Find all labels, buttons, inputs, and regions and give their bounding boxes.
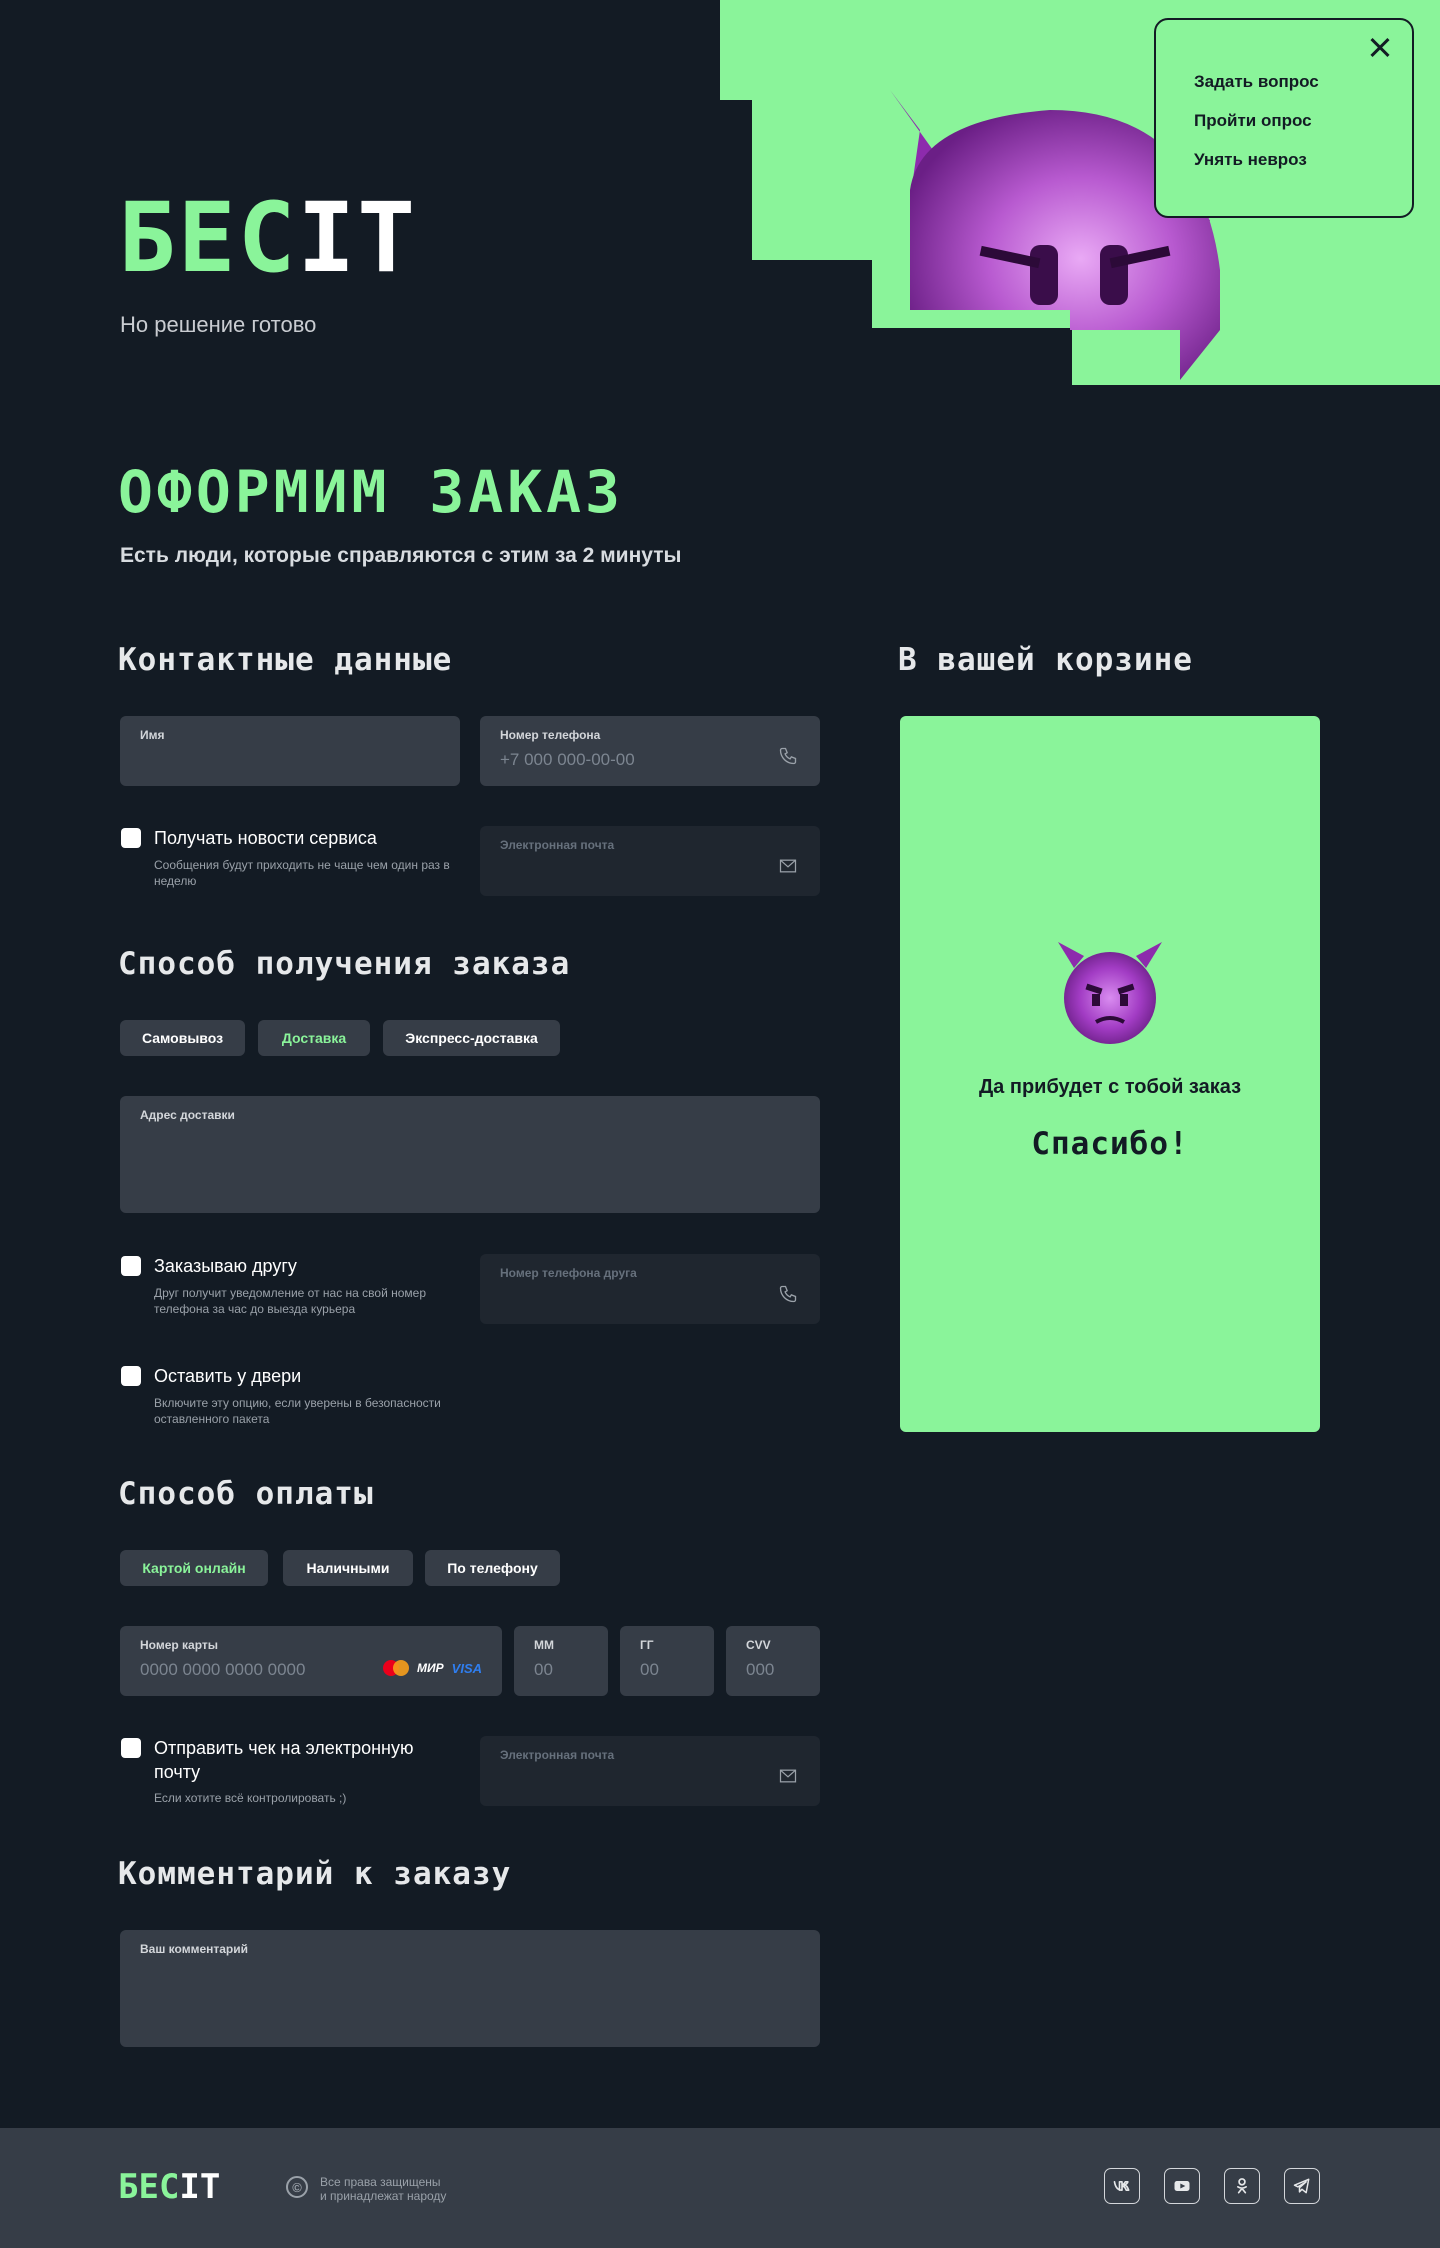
news-checkbox-hint: Сообщения будут приходить не чаще чем од… bbox=[154, 858, 450, 888]
friend-phone-field[interactable]: Номер телефона друга bbox=[480, 1254, 820, 1324]
receipt-checkbox-hint: Если хотите всё контролировать ;) bbox=[154, 1791, 347, 1805]
phone-icon bbox=[779, 1285, 797, 1303]
receipt-checkbox[interactable] bbox=[121, 1738, 141, 1758]
payment-section-title: Способ оплаты bbox=[118, 1476, 374, 1512]
mastercard-icon bbox=[383, 1660, 410, 1676]
comment-field[interactable]: Ваш комментарий bbox=[120, 1930, 820, 2047]
name-field-label: Имя bbox=[140, 728, 165, 742]
door-checkbox[interactable] bbox=[121, 1366, 141, 1386]
footer-logo-part-green: БЕС bbox=[118, 2167, 180, 2207]
news-checkbox[interactable] bbox=[121, 828, 141, 848]
popup-item-survey[interactable]: Пройти опрос bbox=[1194, 111, 1312, 131]
logo-part-white: IT bbox=[297, 182, 417, 294]
phone-field-label: Номер телефона bbox=[500, 728, 601, 742]
envelope-icon bbox=[779, 1769, 797, 1783]
contacts-section-title: Контактные данные bbox=[118, 642, 453, 678]
cart-panel: Да прибудет с тобой заказ Спасибо! bbox=[900, 716, 1320, 1432]
news-checkbox-label: Получать новости сервиса bbox=[154, 828, 377, 848]
payment-systems: МИР VISA bbox=[383, 1660, 482, 1676]
footer-rights-line: Все права защищены bbox=[320, 2175, 441, 2189]
email-field-label: Электронная почта bbox=[500, 838, 615, 852]
devil-emoji-image bbox=[1058, 942, 1162, 1044]
receipt-checkbox-label: Отправить чек на электронную почту bbox=[154, 1738, 414, 1782]
footer-rights: Все права защищены и принадлежат народу bbox=[320, 2175, 470, 2203]
payment-option-cash[interactable]: Наличными bbox=[283, 1550, 413, 1586]
email-field[interactable]: Электронная почта bbox=[480, 826, 820, 896]
cart-section-title: В вашей корзине bbox=[898, 642, 1193, 678]
friend-checkbox-hint: Друг получит уведомление от нас на свой … bbox=[154, 1286, 427, 1316]
card-year-placeholder: 00 bbox=[640, 1660, 659, 1679]
visa-icon: VISA bbox=[451, 1660, 482, 1676]
odnoklassniki-icon[interactable] bbox=[1224, 2168, 1260, 2204]
address-field[interactable]: Адрес доставки bbox=[120, 1096, 820, 1213]
card-cvv-placeholder: 000 bbox=[746, 1660, 775, 1679]
address-field-label: Адрес доставки bbox=[140, 1108, 235, 1122]
phone-field[interactable]: Номер телефона +7 000 000-00-00 bbox=[480, 716, 820, 786]
cart-message: Да прибудет с тобой заказ bbox=[978, 1076, 1242, 1098]
payment-option-card[interactable]: Картой онлайн bbox=[120, 1550, 268, 1586]
name-field[interactable]: Имя bbox=[120, 716, 460, 786]
youtube-icon[interactable] bbox=[1164, 2168, 1200, 2204]
cart-thanks: Спасибо! bbox=[1031, 1126, 1189, 1162]
friend-checkbox-label: Заказываю другу bbox=[154, 1256, 297, 1276]
payment-option-phone[interactable]: По телефону bbox=[425, 1550, 560, 1586]
mir-icon: МИР bbox=[417, 1661, 444, 1675]
close-icon[interactable] bbox=[1366, 34, 1394, 62]
comment-field-label: Ваш комментарий bbox=[140, 1942, 249, 1956]
friend-checkbox[interactable] bbox=[121, 1256, 141, 1276]
phone-icon bbox=[779, 747, 797, 765]
copyright-icon: © bbox=[286, 2176, 308, 2198]
door-checkbox-label: Оставить у двери bbox=[154, 1366, 302, 1386]
card-month-placeholder: 00 bbox=[534, 1660, 553, 1679]
hero-pixel-step bbox=[720, 100, 752, 385]
help-popup: Задать вопрос Пройти опрос Унять невроз bbox=[1154, 18, 1414, 218]
card-year-label: ГГ bbox=[640, 1638, 654, 1652]
delivery-option-express[interactable]: Экспресс-доставка bbox=[383, 1020, 560, 1056]
footer-logo-part-white: IT bbox=[179, 2167, 221, 2207]
telegram-icon[interactable] bbox=[1284, 2168, 1320, 2204]
card-number-field[interactable]: Номер карты 0000 0000 0000 0000 МИР VISA bbox=[120, 1626, 502, 1696]
logo-part-green: БЕС bbox=[118, 182, 298, 294]
card-number-placeholder: 0000 0000 0000 0000 bbox=[140, 1660, 306, 1679]
friend-phone-field-label: Номер телефона друга bbox=[500, 1266, 637, 1280]
page-subtitle: Есть люди, которые справляются с этим за… bbox=[120, 544, 682, 567]
delivery-section-title: Способ получения заказа bbox=[118, 946, 571, 982]
brand-logo[interactable]: БЕСIT bbox=[118, 190, 417, 286]
page-title: ОФОРМИМ ЗАКАЗ bbox=[118, 458, 624, 526]
delivery-option-pickup[interactable]: Самовывоз bbox=[120, 1020, 245, 1056]
hero-pixel-step bbox=[752, 260, 872, 385]
card-month-label: ММ bbox=[534, 1638, 554, 1652]
card-year-field[interactable]: ГГ 00 bbox=[620, 1626, 714, 1696]
card-month-field[interactable]: ММ 00 bbox=[514, 1626, 608, 1696]
brand-tagline: Но решение готово bbox=[120, 312, 317, 337]
footer-rights-line: и принадлежат народу bbox=[320, 2189, 447, 2203]
footer: БЕСIT © Все права защищены и принадлежат… bbox=[0, 2128, 1440, 2248]
popup-item-ask-question[interactable]: Задать вопрос bbox=[1194, 72, 1319, 92]
door-checkbox-hint: Включите эту опцию, если уверены в безоп… bbox=[154, 1396, 441, 1426]
card-cvv-field[interactable]: CVV 000 bbox=[726, 1626, 820, 1696]
footer-logo[interactable]: БЕСIT bbox=[118, 2170, 220, 2204]
card-cvv-label: CVV bbox=[746, 1638, 771, 1652]
phone-field-placeholder: +7 000 000-00-00 bbox=[500, 750, 635, 769]
vk-icon[interactable] bbox=[1104, 2168, 1140, 2204]
card-number-label: Номер карты bbox=[140, 1638, 219, 1652]
receipt-email-label: Электронная почта bbox=[500, 1748, 615, 1762]
delivery-option-courier[interactable]: Доставка bbox=[258, 1020, 370, 1056]
comment-section-title: Комментарий к заказу bbox=[118, 1856, 512, 1892]
popup-item-calm[interactable]: Унять невроз bbox=[1194, 150, 1307, 170]
envelope-icon bbox=[779, 859, 797, 873]
receipt-email-field[interactable]: Электронная почта bbox=[480, 1736, 820, 1806]
